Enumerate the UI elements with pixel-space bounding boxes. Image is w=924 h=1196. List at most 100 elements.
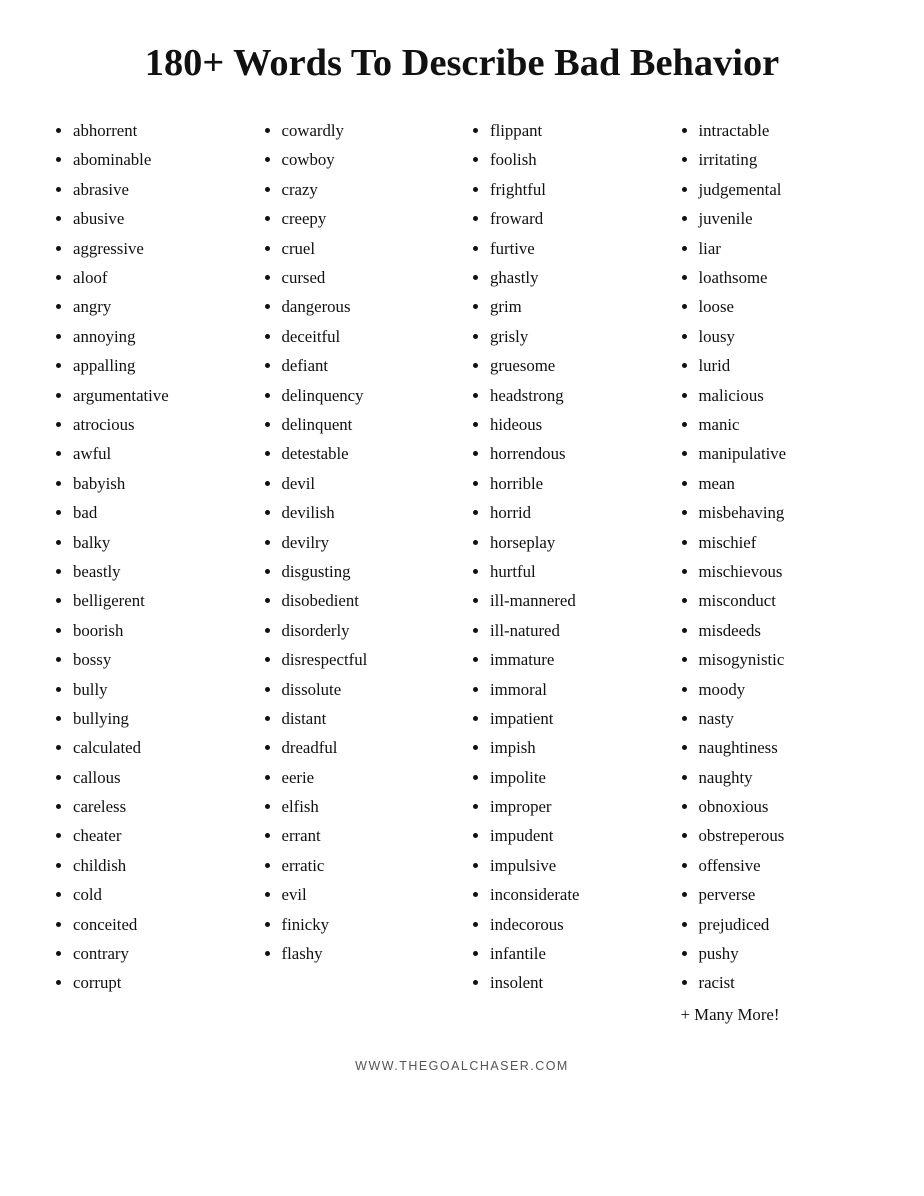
list-item: disrespectful [282,645,453,674]
list-item: misconduct [699,586,870,615]
list-item: ill-mannered [490,586,661,615]
list-item: obstreperous [699,821,870,850]
list-item: careless [73,792,244,821]
column-4: intractableirritatingjudgementaljuvenile… [676,116,875,1029]
list-item: contrary [73,939,244,968]
list-item: defiant [282,351,453,380]
column-2: cowardlycowboycrazycreepycruelcurseddang… [259,116,458,1029]
list-item: abhorrent [73,116,244,145]
list-item: headstrong [490,381,661,410]
list-item: naughtiness [699,733,870,762]
list-item: cowboy [282,145,453,174]
list-item: devil [282,469,453,498]
list-item: immoral [490,675,661,704]
list-item: misdeeds [699,616,870,645]
list-item: impolite [490,763,661,792]
list-item: manic [699,410,870,439]
list-item: atrocious [73,410,244,439]
more-label: + Many More! [681,1000,870,1029]
list-item: immature [490,645,661,674]
list-item: intractable [699,116,870,145]
list-item: ghastly [490,263,661,292]
list-item: obnoxious [699,792,870,821]
list-item: evil [282,880,453,909]
list-item: indecorous [490,910,661,939]
list-item: insolent [490,968,661,997]
list-item: mischief [699,528,870,557]
list-item: conceited [73,910,244,939]
list-item: disgusting [282,557,453,586]
list-item: misbehaving [699,498,870,527]
list-item: callous [73,763,244,792]
list-item: bad [73,498,244,527]
list-item: lurid [699,351,870,380]
list-item: cheater [73,821,244,850]
list-item: eerie [282,763,453,792]
list-item: ill-natured [490,616,661,645]
column-3: flippantfoolishfrightfulfrowardfurtivegh… [467,116,666,1029]
list-item: loose [699,292,870,321]
list-item: errant [282,821,453,850]
list-item: corrupt [73,968,244,997]
list-item: awful [73,439,244,468]
list-item: nasty [699,704,870,733]
list-item: devilish [282,498,453,527]
list-item: dissolute [282,675,453,704]
list-item: cursed [282,263,453,292]
list-item: devilry [282,528,453,557]
list-item: grim [490,292,661,321]
list-item: balky [73,528,244,557]
list-item: beastly [73,557,244,586]
list-item: gruesome [490,351,661,380]
list-item: foolish [490,145,661,174]
list-item: perverse [699,880,870,909]
list-item: disorderly [282,616,453,645]
list-item: malicious [699,381,870,410]
list-item: aggressive [73,234,244,263]
list-item: calculated [73,733,244,762]
list-item: offensive [699,851,870,880]
list-item: cowardly [282,116,453,145]
list-item: judgemental [699,175,870,204]
list-item: boorish [73,616,244,645]
list-item: finicky [282,910,453,939]
list-item: loathsome [699,263,870,292]
list-item: cruel [282,234,453,263]
list-item: cold [73,880,244,909]
list-item: creepy [282,204,453,233]
list-item: moody [699,675,870,704]
list-item: mischievous [699,557,870,586]
list-item: bullying [73,704,244,733]
list-item: froward [490,204,661,233]
list-item: elfish [282,792,453,821]
list-item: impulsive [490,851,661,880]
list-item: infantile [490,939,661,968]
list-item: irritating [699,145,870,174]
list-item: furtive [490,234,661,263]
list-item: liar [699,234,870,263]
list-item: delinquent [282,410,453,439]
list-item: abominable [73,145,244,174]
list-item: impatient [490,704,661,733]
list-item: manipulative [699,439,870,468]
list-item: belligerent [73,586,244,615]
list-item: bossy [73,645,244,674]
list-item: naughty [699,763,870,792]
list-item: improper [490,792,661,821]
list-item: detestable [282,439,453,468]
list-item: annoying [73,322,244,351]
list-item: horrendous [490,439,661,468]
list-item: pushy [699,939,870,968]
list-item: abusive [73,204,244,233]
list-item: dreadful [282,733,453,762]
page-title: 180+ Words To Describe Bad Behavior [50,40,874,86]
list-item: babyish [73,469,244,498]
list-item: inconsiderate [490,880,661,909]
list-item: juvenile [699,204,870,233]
list-item: delinquency [282,381,453,410]
list-item: horseplay [490,528,661,557]
list-item: argumentative [73,381,244,410]
list-item: impish [490,733,661,762]
list-item: childish [73,851,244,880]
list-item: horrid [490,498,661,527]
